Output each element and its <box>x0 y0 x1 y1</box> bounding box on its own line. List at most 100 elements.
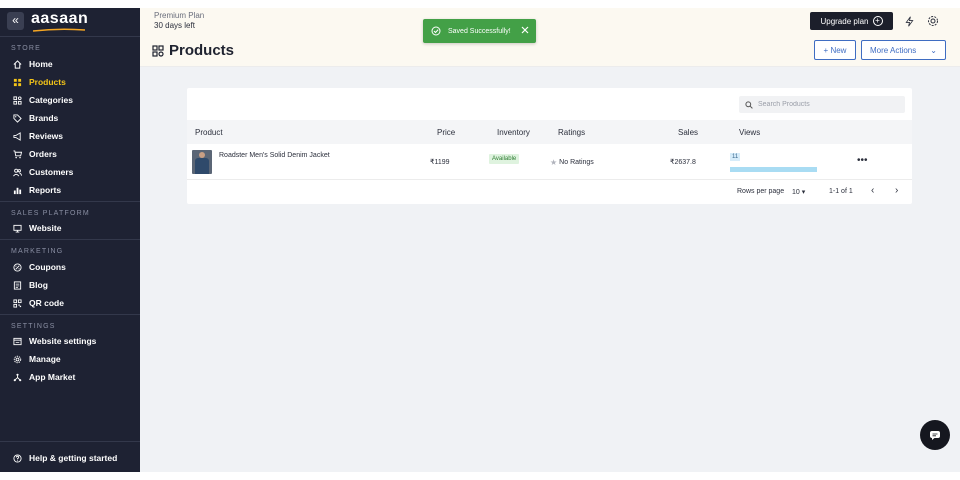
sidebar-item-label: Website <box>29 223 62 233</box>
collapse-sidebar-button[interactable]: « <box>7 12 24 30</box>
brand-logo[interactable]: aasaan <box>31 10 88 28</box>
sidebar-item-website-settings[interactable]: Website settings <box>0 332 140 350</box>
sidebar-item-reports[interactable]: Reports <box>0 181 140 199</box>
sidebar-item-reviews[interactable]: Reviews <box>0 127 140 145</box>
product-rating: ★ No Ratings <box>550 158 594 167</box>
sidebar-item-website[interactable]: Website <box>0 219 140 237</box>
sidebar-divider <box>0 36 140 37</box>
section-marketing: MARKETING <box>11 248 64 255</box>
sidebar-item-label: Reports <box>29 185 62 195</box>
sidebar-item-customers[interactable]: Customers <box>0 163 140 181</box>
sidebar-item-label: Brands <box>29 113 59 123</box>
monitor-icon <box>10 224 24 233</box>
bolt-icon[interactable] <box>904 16 915 27</box>
settings-gear-icon[interactable] <box>927 15 939 27</box>
upgrade-plan-label: Upgrade plan <box>820 16 869 26</box>
sidebar-item-label: Products <box>29 77 66 87</box>
search-box[interactable] <box>739 96 905 113</box>
page-title-text: Products <box>169 42 235 59</box>
table-header: Product Price Inventory Ratings Sales Vi… <box>187 120 912 144</box>
qr-icon <box>10 298 24 308</box>
column-header-price[interactable]: Price <box>437 128 455 137</box>
nodes-icon <box>10 373 24 382</box>
new-product-button[interactable]: + New <box>814 40 856 60</box>
product-sales: ₹2637.8 <box>670 159 696 166</box>
table-row[interactable]: Roadster Men's Solid Denim Jacket ₹1199 … <box>187 144 912 180</box>
sidebar-divider <box>0 201 140 202</box>
bar-chart-icon <box>10 186 24 195</box>
views-bar-fill <box>730 167 817 172</box>
grid-icon <box>10 78 24 87</box>
document-icon <box>10 280 24 290</box>
more-actions-button[interactable]: More Actions ⌄ <box>861 40 946 60</box>
views-bar <box>730 167 817 172</box>
sidebar-item-app-market[interactable]: App Market <box>0 368 140 386</box>
sidebar-item-help[interactable]: Help & getting started <box>0 449 140 467</box>
cart-icon <box>10 149 24 159</box>
column-header-ratings[interactable]: Ratings <box>558 128 585 137</box>
sidebar-divider <box>0 239 140 240</box>
main-content: Product Price Inventory Ratings Sales Vi… <box>140 67 960 472</box>
plus-circle-icon: + <box>872 16 883 26</box>
close-icon[interactable] <box>521 26 529 34</box>
products-grid-icon <box>152 44 164 57</box>
sidebar-item-label: Categories <box>29 95 73 105</box>
chevron-down-icon: ⌄ <box>930 45 937 55</box>
check-circle-icon <box>431 26 441 36</box>
column-header-product[interactable]: Product <box>195 128 223 137</box>
sidebar-item-manage[interactable]: Manage <box>0 350 140 368</box>
pagination: Rows per page 10 ▾ 1-1 of 1 ‹ › <box>187 180 912 204</box>
search-icon <box>745 100 753 109</box>
gear-icon <box>10 355 24 364</box>
sidebar-item-products[interactable]: Products <box>0 73 140 91</box>
sidebar-item-label: Blog <box>29 280 48 290</box>
column-header-inventory[interactable]: Inventory <box>497 128 530 137</box>
topbar: Premium Plan 30 days left Products Upgra… <box>140 8 960 67</box>
column-header-views[interactable]: Views <box>739 128 760 137</box>
help-icon <box>10 453 24 463</box>
thumbnail-figure-jacket <box>195 158 209 174</box>
sidebar-item-blog[interactable]: Blog <box>0 276 140 294</box>
megaphone-icon <box>10 131 24 141</box>
rows-per-page-select[interactable]: 10 ▾ <box>792 188 805 196</box>
sidebar-divider <box>0 441 140 442</box>
product-thumbnail[interactable] <box>192 150 212 174</box>
column-header-sales[interactable]: Sales <box>678 128 698 137</box>
logo-swoosh-icon <box>33 28 85 32</box>
star-icon: ★ <box>550 158 558 167</box>
inventory-badge: Available <box>489 154 520 164</box>
toast-message: Saved Successfully! <box>448 27 511 35</box>
product-name[interactable]: Roadster Men's Solid Denim Jacket <box>219 152 330 159</box>
sidebar-item-label: Manage <box>29 354 61 364</box>
users-icon <box>10 168 24 177</box>
rating-text: No Ratings <box>559 159 594 166</box>
views-count: 11 <box>730 153 741 161</box>
sidebar-item-orders[interactable]: Orders <box>0 145 140 163</box>
products-card: Product Price Inventory Ratings Sales Vi… <box>187 88 912 204</box>
section-store: STORE <box>11 45 41 52</box>
sidebar-item-label: Website settings <box>29 336 97 346</box>
search-input[interactable] <box>758 101 898 108</box>
next-page-icon[interactable]: › <box>895 185 898 196</box>
sidebar-item-categories[interactable]: Categories <box>0 91 140 109</box>
sidebar-item-label: Help & getting started <box>29 453 118 463</box>
upgrade-plan-button[interactable]: Upgrade plan + <box>810 12 893 30</box>
section-sales-platform: SALES PLATFORM <box>11 210 90 217</box>
previous-page-icon[interactable]: ‹ <box>871 185 874 196</box>
sidebar-item-label: Home <box>29 59 53 69</box>
sidebar-item-label: App Market <box>29 372 76 382</box>
browser-icon <box>10 337 24 346</box>
home-icon <box>10 59 24 69</box>
page-title: Products <box>152 42 234 59</box>
chat-support-button[interactable] <box>920 420 950 450</box>
sidebar-item-coupons[interactable]: Coupons <box>0 258 140 276</box>
more-actions-label: More Actions <box>870 45 917 55</box>
row-actions-menu-icon[interactable]: ••• <box>857 155 868 166</box>
sidebar-item-qr-code[interactable]: QR code <box>0 294 140 312</box>
categories-icon <box>10 95 24 105</box>
sidebar-item-label: Reviews <box>29 131 64 141</box>
sidebar-item-home[interactable]: Home <box>0 55 140 73</box>
sidebar-item-brands[interactable]: Brands <box>0 109 140 127</box>
product-price: ₹1199 <box>430 159 450 166</box>
section-settings: SETTINGS <box>11 323 56 330</box>
